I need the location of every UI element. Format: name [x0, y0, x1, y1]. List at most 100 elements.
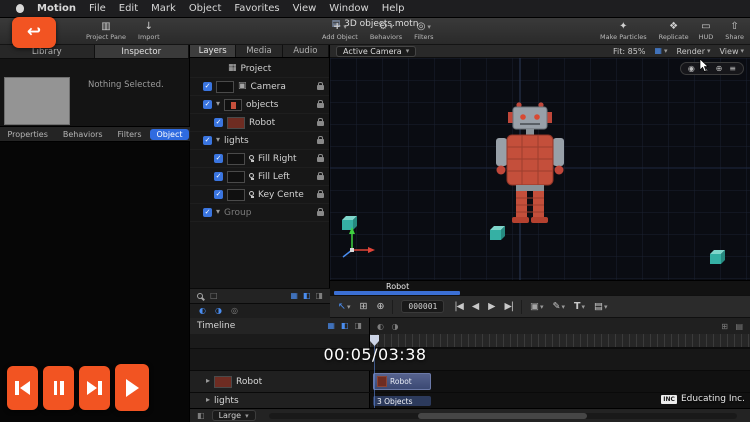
show-behaviors-icon[interactable]: [377, 323, 384, 331]
layer-row-group[interactable]: Group: [190, 204, 329, 222]
layer-row-fill-right[interactable]: Fill Right: [190, 150, 329, 168]
camera-menu-button[interactable]: [530, 302, 544, 312]
replicate-button[interactable]: Replicate: [659, 21, 689, 41]
go-to-start-button[interactable]: [454, 302, 463, 312]
pause-button[interactable]: [43, 365, 74, 410]
timeline-scrollbar[interactable]: [268, 412, 737, 419]
play-button[interactable]: [488, 302, 495, 312]
hud-button[interactable]: HUD: [699, 21, 714, 41]
pan-tool-button[interactable]: [376, 302, 384, 312]
menu-item-file[interactable]: File: [89, 3, 106, 14]
visibility-checkbox[interactable]: [214, 190, 223, 199]
visibility-checkbox[interactable]: [203, 136, 212, 145]
add-object-button[interactable]: Add Object: [322, 21, 358, 41]
filters-toggle-icon[interactable]: [215, 307, 222, 315]
layer-row-lights-group[interactable]: lights: [190, 132, 329, 150]
layer-row-camera[interactable]: Camera: [190, 78, 329, 96]
menu-item-mark[interactable]: Mark: [151, 3, 176, 14]
tab-layers[interactable]: Layers: [190, 45, 237, 57]
disclosure-triangle-icon[interactable]: [206, 396, 210, 405]
timeline-track-robot[interactable]: Robot Robot: [190, 370, 750, 392]
snap-icon[interactable]: [721, 323, 728, 331]
visibility-checkbox[interactable]: [203, 82, 212, 91]
render-menu[interactable]: Render: [677, 47, 711, 56]
scrollbar-thumb[interactable]: [418, 412, 588, 419]
eye-icon[interactable]: [688, 65, 695, 73]
behaviors-toggle-icon[interactable]: [199, 307, 206, 315]
layout-menu-button[interactable]: [594, 302, 608, 312]
transform-tool-button[interactable]: [359, 302, 367, 312]
layer-row-project[interactable]: Project: [190, 60, 329, 78]
play-lesson-button[interactable]: [115, 364, 149, 411]
project-pane-button[interactable]: Project Pane: [86, 21, 126, 41]
menu-item-window[interactable]: Window: [329, 3, 368, 14]
filter-box-icon[interactable]: [210, 292, 218, 300]
cube-object[interactable]: [490, 226, 505, 240]
track-display-icon[interactable]: [735, 323, 743, 331]
visibility-checkbox[interactable]: [203, 100, 212, 109]
tab-filters[interactable]: Filters: [112, 129, 148, 140]
list-view-icon[interactable]: [315, 292, 323, 300]
import-button[interactable]: Import: [138, 21, 160, 41]
paint-tool-button[interactable]: [552, 302, 564, 312]
tab-properties[interactable]: Properties: [1, 129, 53, 140]
tab-behaviors[interactable]: Behaviors: [57, 129, 109, 140]
audio-view-icon[interactable]: [354, 322, 362, 330]
lock-icon[interactable]: [317, 118, 324, 126]
view-menu[interactable]: View: [720, 47, 745, 56]
layer-row-key-center[interactable]: Key Cente: [190, 186, 329, 204]
timeline-group-bar[interactable]: 3 Objects: [373, 396, 431, 406]
tab-inspector[interactable]: Inspector: [94, 45, 189, 58]
track-size-menu[interactable]: Large: [211, 410, 256, 421]
filters-button[interactable]: Filters: [414, 21, 433, 41]
visibility-checkbox[interactable]: [203, 208, 212, 217]
current-frame-field[interactable]: 000001: [401, 300, 445, 313]
tab-object[interactable]: Object: [150, 128, 189, 140]
behaviors-button[interactable]: Behaviors: [370, 21, 402, 41]
timeline-view-icon[interactable]: [327, 322, 335, 330]
split-view-icon[interactable]: [303, 292, 311, 300]
layer-row-fill-left[interactable]: Fill Left: [190, 168, 329, 186]
orbit-icon[interactable]: [716, 65, 723, 73]
menu-item-view[interactable]: View: [293, 3, 317, 14]
timeline-clip-robot[interactable]: Robot: [373, 373, 431, 390]
lock-icon[interactable]: [317, 172, 324, 180]
keyframe-view-icon[interactable]: [341, 322, 349, 330]
lock-icon[interactable]: [317, 100, 324, 108]
step-back-button[interactable]: [472, 302, 479, 312]
visibility-checkbox[interactable]: [214, 118, 223, 127]
visibility-checkbox[interactable]: [214, 172, 223, 181]
lock-icon[interactable]: [317, 208, 324, 216]
grid-view-icon[interactable]: [290, 292, 298, 300]
menu-item-object[interactable]: Object: [189, 3, 222, 14]
lock-icon[interactable]: [317, 190, 324, 198]
search-icon[interactable]: [197, 293, 203, 299]
tab-audio[interactable]: Audio: [283, 45, 329, 57]
select-tool-button[interactable]: [338, 302, 350, 312]
canvas-viewport[interactable]: [330, 58, 750, 280]
track-height-icon[interactable]: [197, 412, 205, 420]
next-lesson-button[interactable]: [79, 365, 110, 410]
lock-icon[interactable]: [317, 136, 324, 144]
camera-view-menu[interactable]: Active Camera: [336, 45, 417, 57]
disclosure-triangle-icon[interactable]: [206, 377, 210, 386]
cube-object[interactable]: [710, 250, 725, 264]
3d-scene[interactable]: [330, 58, 750, 280]
disclosure-triangle-icon[interactable]: [216, 100, 220, 109]
tab-media[interactable]: Media: [236, 45, 283, 57]
layer-row-objects-group[interactable]: objects: [190, 96, 329, 114]
lock-icon[interactable]: [317, 154, 324, 162]
apple-icon[interactable]: [16, 4, 24, 13]
zoom-fit-menu[interactable]: Fit: 85%: [613, 47, 645, 56]
back-button[interactable]: [12, 17, 56, 48]
visibility-checkbox[interactable]: [214, 154, 223, 163]
disclosure-triangle-icon[interactable]: [216, 136, 220, 145]
menu-icon[interactable]: [729, 65, 736, 73]
channels-menu[interactable]: [654, 47, 667, 55]
previous-lesson-button[interactable]: [7, 365, 38, 410]
share-button[interactable]: Share: [725, 21, 744, 41]
show-filters-icon[interactable]: [392, 323, 399, 331]
menu-item-edit[interactable]: Edit: [119, 3, 138, 14]
cube-object[interactable]: [342, 216, 357, 230]
make-particles-button[interactable]: Make Particles: [600, 21, 647, 41]
